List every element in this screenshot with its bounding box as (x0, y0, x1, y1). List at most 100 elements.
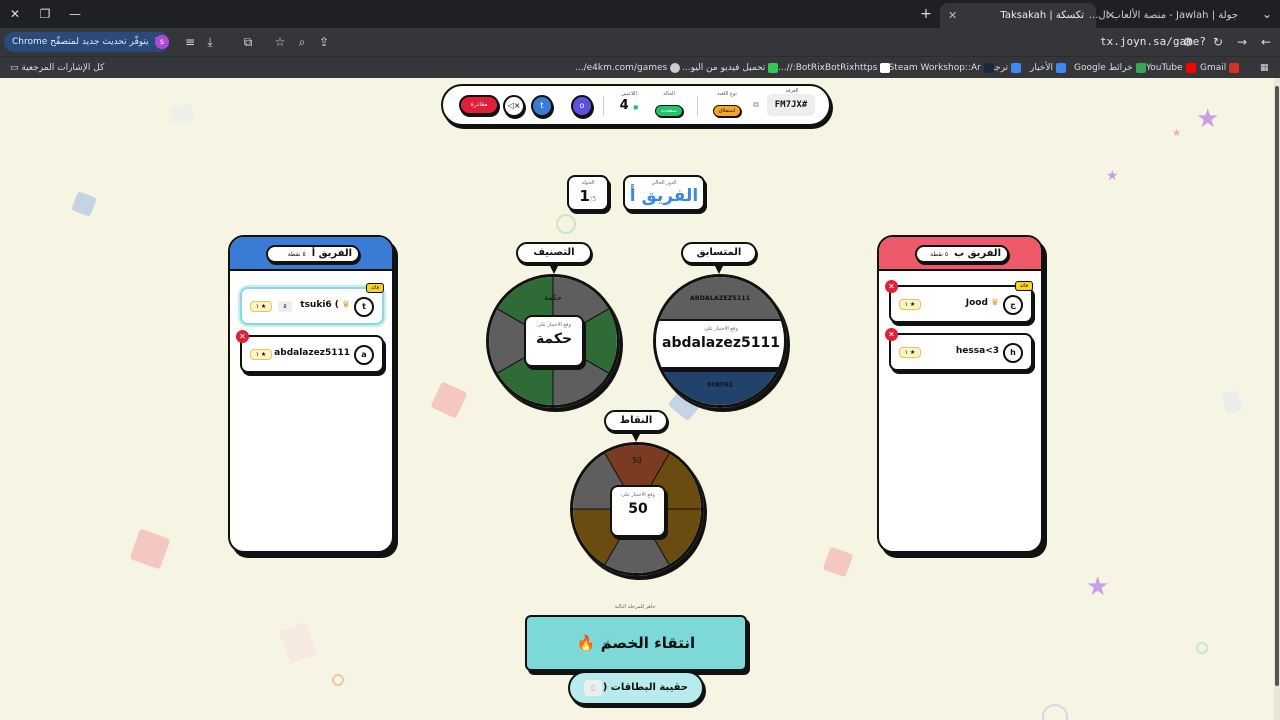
game-type-caption: نوع اللعبة (717, 91, 737, 97)
players-count-value: 4 (619, 98, 629, 113)
player-extra: ٥ (278, 301, 292, 312)
bookmark-botrix[interactable]: BotRixBotRixhttps://... (778, 61, 891, 75)
player-score: ١ ★ (899, 347, 921, 358)
kick-icon[interactable]: ✕ (885, 280, 898, 293)
current-turn-box: الدور الحالي الفريق أ (623, 175, 705, 211)
game-type: نوع اللعبة استقلاق (705, 86, 749, 124)
youtube-icon (1185, 62, 1196, 73)
reload-icon[interactable]: ↻ (1210, 34, 1226, 50)
wheel-segment-label: 50 (632, 456, 642, 465)
player-card[interactable]: ✕ a abdalazez5111 ١ ★ (236, 330, 384, 373)
translate-icon (1011, 62, 1022, 73)
wheel-segment-label: TSUKI6 (707, 380, 733, 388)
bookmark-label: BotRixBotRixhttps://... (778, 63, 878, 73)
bookmark-star-icon[interactable]: ☆ (272, 34, 288, 50)
decor-ring (556, 214, 576, 234)
team-a-header: الفريق أ ٥ نقطة (230, 237, 392, 271)
game-status-bar: FM7JX# الغرفة ⧉ نوع اللعبة استقلاق الحال… (441, 84, 831, 126)
player-score: ١ ★ (250, 349, 272, 360)
all-bookmarks-button[interactable]: كل الإشارات المرجعية ▭ (10, 61, 104, 75)
page-scrollbar[interactable] (1274, 78, 1280, 720)
bookmark-steam[interactable]: Steam Workshop::Ar... (880, 61, 994, 75)
site-settings-icon[interactable]: ⚙ (1180, 34, 1196, 50)
steam-icon (983, 62, 994, 73)
profile-button[interactable]: o (571, 95, 593, 117)
decor-star-icon: ★ (1086, 572, 1110, 602)
player-card[interactable]: ✕ h hessa<3 ١ ★ (885, 328, 1033, 371)
gmail-icon (1229, 62, 1240, 73)
players-count: اللاعبين 4 ● (615, 86, 643, 124)
kick-icon[interactable]: ✕ (236, 330, 249, 343)
zoom-icon[interactable]: ⌕ (294, 34, 310, 50)
back-icon[interactable]: ← (1258, 34, 1274, 50)
new-tab-icon[interactable]: + (917, 5, 935, 23)
players-caption: اللاعبين (621, 91, 637, 97)
bookmark-label: خرائط Google (1074, 63, 1133, 73)
minimize-window-icon[interactable]: — (66, 5, 84, 23)
bookmark-news[interactable]: الأخبار (1030, 61, 1067, 75)
player-card[interactable]: ✕ قائد ﺝ Jood ♛ ١ ★ (885, 280, 1033, 323)
player-name: tsuki6 ( (300, 300, 339, 310)
tab-jawlah[interactable]: جولة | Jawlah - منصة الألعاب ال... ✕ (1089, 3, 1250, 28)
leader-badge: قائد (366, 283, 384, 293)
restore-window-icon[interactable]: ❐ (36, 5, 54, 23)
bookmark-maps[interactable]: خرائط Google (1074, 61, 1146, 75)
points-wheel[interactable]: 50 وقع الاختيار على 50 (570, 442, 704, 576)
round-number: 1 (579, 187, 590, 205)
category-result: وقع الاختيار على حكمة (524, 315, 584, 367)
game-type-badge: استقلاق (712, 105, 742, 117)
team-a-name-pill: الفريق أ ٥ نقطة (266, 245, 360, 263)
close-window-icon[interactable]: ✕ (6, 5, 24, 23)
profile-avatar[interactable]: s (155, 35, 169, 49)
decor-star-icon: ★ (1106, 168, 1119, 184)
news-icon (1056, 62, 1067, 73)
pointer-cursor-icon: ☝ (602, 638, 610, 653)
wheel-segment-label: حكمة (544, 293, 562, 302)
tab-title: تكسكة | Taksakah (1000, 10, 1084, 21)
tab-close-icon[interactable]: ✕ (1106, 3, 1115, 28)
kick-icon[interactable]: ✕ (885, 328, 898, 341)
mute-sound-icon[interactable]: ◁× (503, 95, 525, 117)
current-turn-team: الفريق أ (629, 186, 699, 206)
decor-ring (1196, 642, 1208, 654)
bookmark-video[interactable]: تحميل فيديو من اليو... (682, 61, 779, 75)
tab-close-icon[interactable]: ✕ (948, 3, 957, 28)
player-card[interactable]: قائد t tsuki6 (♛ ٥ ١ ★ (240, 283, 384, 325)
bookmark-e4km[interactable]: e4km.com/games/... (575, 61, 681, 75)
install-app-icon[interactable]: ⇪ (316, 34, 332, 50)
team-b-points: ٥ نقطة (930, 251, 949, 258)
copy-icon[interactable]: ⧉ (749, 86, 763, 124)
phase-caption: جاهز للمرحلة التالية (614, 604, 656, 610)
bookmark-youtube[interactable]: YouTube (1146, 61, 1196, 75)
chrome-update-button[interactable]: ⋮ يتوفّر تحديث جديد لمتصفّح Chrome (4, 32, 169, 52)
leader-badge: قائد (1015, 281, 1033, 291)
download-icon[interactable]: ⤓ (202, 34, 218, 50)
forward-icon[interactable]: → (1234, 34, 1250, 50)
tab-taksakah[interactable]: تكسكة | Taksakah ✕ (940, 3, 1096, 28)
bookmark-label: الأخبار (1030, 63, 1054, 73)
decor-square (129, 528, 171, 570)
bookmark-gmail[interactable]: Gmail (1200, 61, 1240, 75)
category-wheel[interactable]: حكمة وقع الاختيار على حكمة (486, 274, 620, 408)
bookmark-label: تحميل فيديو من اليو... (682, 63, 766, 73)
scrollbar-thumb[interactable] (1275, 86, 1279, 686)
avatar: a (354, 345, 374, 365)
points-wheel-label: النقاط (604, 410, 668, 442)
contestant-wheel[interactable]: ABDALAZEZ5111 TSUKI6 وقع الاختيار على ab… (653, 274, 787, 408)
select-opponent-button[interactable]: انتقاء الخصم 🔥 (525, 615, 747, 671)
team-button[interactable]: t (531, 95, 553, 117)
video-download-icon (768, 62, 779, 73)
reading-list-icon[interactable]: ≡ (182, 34, 198, 50)
leave-button[interactable]: مغادرة (459, 95, 499, 115)
game-status: الحالة بمقعدية (645, 86, 693, 124)
decor-ring (332, 674, 344, 686)
avatar: ﺝ (1003, 295, 1023, 315)
card-bag-button[interactable]: حقيبة البطاقات (١) ▯ (568, 671, 704, 705)
tab-search-icon[interactable]: ⌄ (1258, 5, 1276, 23)
extensions-icon[interactable]: ⧉ (240, 34, 256, 50)
contestant-result-value: abdalazez5111 (662, 335, 780, 351)
all-bookmarks-label: كل الإشارات المرجعية (21, 63, 105, 73)
apps-icon[interactable]: ▦ (1260, 61, 1269, 75)
browser-toolbar: ⋮ يتوفّر تحديث جديد لمتصفّح Chrome s ≡ ⤓… (0, 28, 1280, 68)
decor-square (430, 381, 468, 419)
